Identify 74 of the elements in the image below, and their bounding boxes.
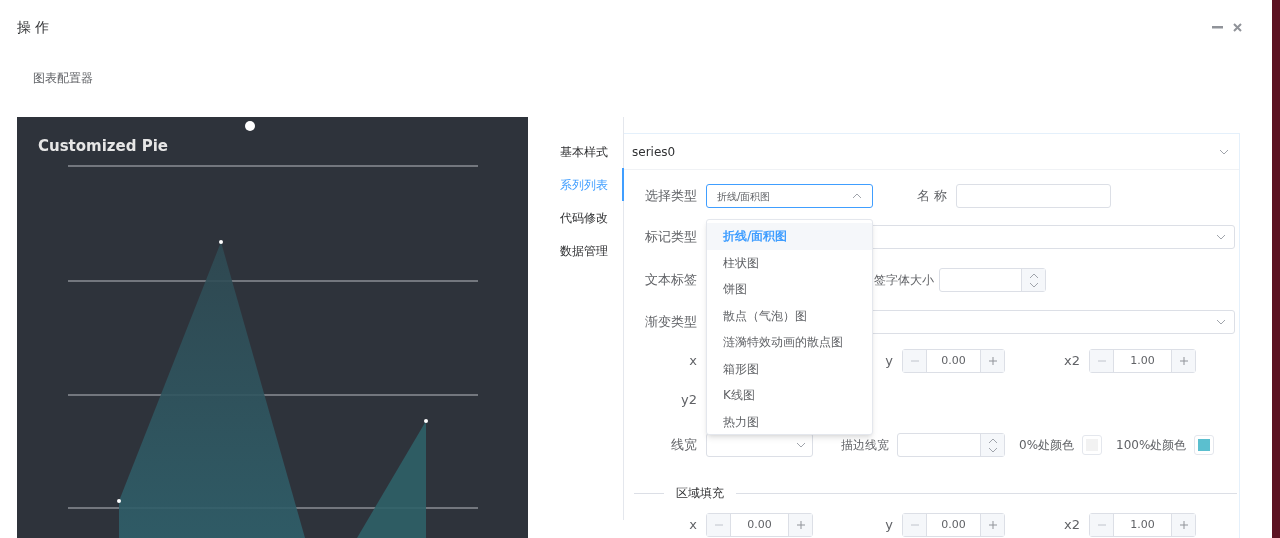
spin-down-icon (1028, 281, 1039, 288)
side-tab[interactable]: 基本样式 (560, 135, 624, 168)
line-width-select[interactable] (706, 433, 813, 457)
field-label: 标记类型 (645, 228, 697, 247)
field-label: 名 称 (916, 187, 947, 206)
dropdown-option[interactable]: 柱状图 (707, 249, 872, 276)
section-title: 区域填充 (675, 485, 725, 502)
stepper-value: 1.00 (1130, 516, 1155, 533)
stepper-value: 0.00 (747, 516, 772, 533)
field-label: x2 (1064, 352, 1080, 371)
field-label: x (689, 516, 697, 535)
spin-down-icon (987, 446, 998, 453)
dropdown-option[interactable]: 箱形图 (707, 355, 872, 382)
field-label: 0%处颜色 (1019, 437, 1075, 454)
number-stepper[interactable]: 0.00 (706, 513, 813, 537)
chevron-down-icon (796, 442, 806, 448)
decrement-button[interactable] (1090, 514, 1114, 536)
side-tab[interactable]: 代码修改 (560, 201, 624, 234)
increment-button[interactable] (980, 350, 1004, 372)
field-label: 描边线宽 (841, 437, 889, 454)
dropdown-option[interactable]: 涟漪特效动画的散点图 (707, 329, 872, 356)
dropdown-option[interactable]: 饼图 (707, 276, 872, 303)
series-name: series0 (632, 143, 676, 161)
plus-icon (988, 521, 997, 529)
number-stepper[interactable]: 1.00 (1089, 349, 1196, 373)
field-label: 签字体大小 (874, 272, 935, 289)
side-tab[interactable]: 数据管理 (560, 234, 624, 267)
plus-icon (796, 521, 805, 529)
field-label: x (689, 352, 697, 371)
field-label: x2 (1064, 516, 1080, 535)
stepper-value: 1.00 (1130, 352, 1155, 369)
increment-button[interactable] (788, 514, 812, 536)
type-select[interactable]: 折线/面积图 (706, 184, 873, 208)
number-input[interactable] (897, 433, 1005, 457)
close-icon[interactable] (1233, 23, 1242, 32)
increment-button[interactable] (1171, 350, 1195, 372)
decrement-button[interactable] (903, 350, 927, 372)
chevron-down-icon (1216, 234, 1226, 240)
number-input[interactable] (939, 268, 1046, 292)
decrement-button[interactable] (707, 514, 731, 536)
decrement-button[interactable] (1090, 350, 1114, 372)
name-input[interactable] (956, 184, 1111, 208)
field-label: 100%处颜色 (1116, 437, 1187, 454)
number-stepper[interactable]: 0.00 (902, 349, 1005, 373)
stepper-value: 0.00 (941, 352, 966, 369)
spin-up-icon (1028, 272, 1039, 279)
field-label: y (885, 516, 893, 535)
dropdown-option[interactable]: 散点（气泡）图 (707, 302, 872, 329)
chart-title: Customized Pie (38, 137, 169, 155)
field-label: 文本标签 (645, 271, 697, 290)
decrement-button[interactable] (903, 514, 927, 536)
plus-icon (1179, 521, 1188, 529)
chevron-down-icon (1216, 319, 1226, 325)
dialog-title: 操 作 (17, 18, 50, 37)
number-stepper[interactable]: 1.00 (1089, 513, 1196, 537)
field-label: y2 (681, 391, 697, 410)
field-label: 线宽 (671, 436, 697, 455)
spin-up-icon (987, 437, 998, 444)
increment-button[interactable] (980, 514, 1004, 536)
chevron-down-icon (1219, 148, 1229, 155)
increment-button[interactable] (1171, 514, 1195, 536)
field-label: y (885, 352, 893, 371)
stepper-value: 0.00 (941, 516, 966, 533)
series-header[interactable]: series0 (624, 134, 1239, 170)
minimize-icon[interactable] (1212, 26, 1223, 29)
page-title: 图表配置器 (33, 71, 93, 85)
field-label: 选择类型 (645, 187, 697, 206)
number-stepper[interactable]: 0.00 (902, 513, 1005, 537)
dropdown-option[interactable]: K线图 (707, 382, 872, 409)
dropdown-option[interactable]: 热力图 (707, 408, 872, 434)
field-label: 渐变类型 (645, 313, 697, 332)
plus-icon (988, 357, 997, 365)
chevron-icon (852, 193, 862, 199)
plus-icon (1179, 357, 1188, 365)
